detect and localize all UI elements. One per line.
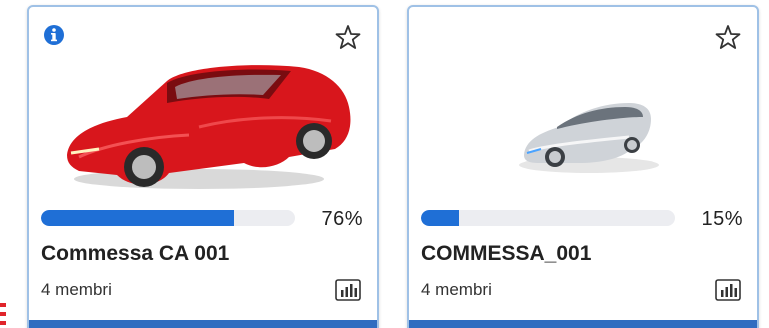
project-title[interactable]: Commessa CA 001 (41, 242, 229, 266)
members-count: 4 membri (41, 280, 112, 299)
bar-chart-icon[interactable] (335, 279, 361, 301)
progress-percent: 15% (701, 208, 743, 230)
project-image-silver-concept-car (519, 103, 659, 173)
project-card[interactable]: 76% Commessa CA 001 4 membri (27, 5, 379, 328)
project-card[interactable]: 15% COMMESSA_001 4 membri (407, 5, 759, 328)
members-count: 4 membri (421, 280, 492, 299)
progress-bar (41, 210, 295, 226)
project-grid: 76% Commessa CA 001 4 membri 15% COMMESS… (0, 0, 769, 328)
card-bottom-strip (409, 320, 757, 328)
progress-fill (421, 210, 460, 226)
progress-percent: 76% (321, 208, 363, 230)
project-title[interactable]: COMMESSA_001 (421, 242, 591, 266)
project-image-red-sports-car (67, 65, 351, 189)
card-bottom-strip (29, 320, 377, 328)
bar-chart-icon[interactable] (715, 279, 741, 301)
progress-fill (41, 210, 235, 226)
side-accent-mark (0, 303, 6, 325)
progress-bar (421, 210, 675, 226)
